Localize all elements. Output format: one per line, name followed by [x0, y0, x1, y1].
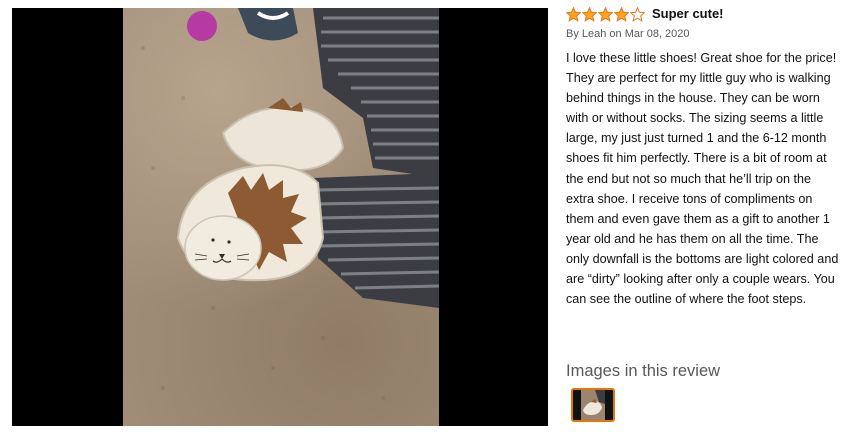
review-body: I love these little shoes! Great shoe fo… — [566, 51, 839, 307]
star-filled-icon — [598, 6, 613, 22]
images-heading: Images in this review — [566, 362, 721, 380]
toy-ball — [187, 11, 217, 41]
review-photo[interactable] — [123, 8, 439, 426]
star-rating[interactable] — [566, 6, 646, 22]
star-filled-icon — [566, 6, 581, 22]
review-image-thumbnail[interactable] — [571, 388, 615, 422]
star-filled-icon — [614, 6, 629, 22]
thumbnail-image — [573, 390, 613, 420]
review-title: Super cute! — [652, 6, 724, 21]
review-byline: By Leah on Mar 08, 2020 — [566, 28, 690, 40]
review-photo-illustration — [141, 8, 439, 400]
review-header: Super cute! — [566, 5, 724, 23]
lion-shoe — [176, 164, 325, 282]
image-viewer — [12, 8, 548, 426]
star-filled-icon — [582, 6, 597, 22]
star-empty-icon — [630, 6, 645, 22]
